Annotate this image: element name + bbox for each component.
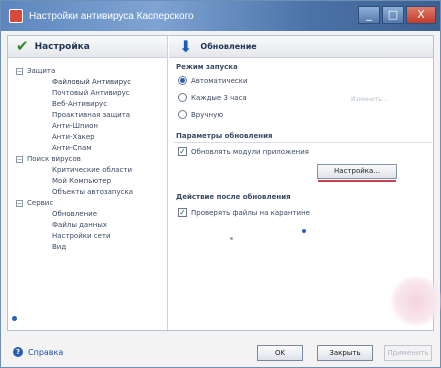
update-settings-button[interactable]: Настройка...	[317, 164, 397, 182]
radio-button[interactable]	[178, 93, 187, 102]
radio-button[interactable]	[178, 76, 187, 85]
tree-item-critical-areas[interactable]: Критические области	[8, 165, 167, 176]
divider	[174, 142, 432, 143]
radio-manual[interactable]: Вручную	[178, 110, 223, 119]
tree-item-data-files[interactable]: Файлы данных	[8, 220, 167, 231]
checkbox-label: Проверять файлы на карантине	[191, 208, 310, 217]
update-modules-checkbox-row[interactable]: ✓ Обновлять модули приложения	[178, 147, 309, 156]
checkbox-label: Обновлять модули приложения	[191, 147, 309, 156]
radio-every-3-hours[interactable]: Каждые 3 часа	[178, 93, 247, 102]
minimize-button[interactable]: _	[358, 6, 380, 24]
checkbox[interactable]: ✓	[178, 147, 187, 156]
radio-label: Вручную	[191, 110, 224, 119]
maximize-button[interactable]: □	[382, 6, 404, 24]
left-panel-header: ✔ Настройка	[8, 36, 168, 58]
tree-item-startup-objects[interactable]: Объекты автозапуска	[8, 187, 167, 198]
ok-button[interactable]: OK	[257, 345, 303, 361]
scroll-indicator	[12, 316, 17, 321]
window-title: Настройки антивируса Касперского	[29, 10, 194, 22]
radio-button[interactable]	[178, 110, 187, 119]
window-controls: _ □ X	[358, 6, 436, 24]
settings-window: Настройки антивируса Касперского _ □ X ✔…	[0, 0, 441, 368]
change-schedule-link[interactable]: Изменить...	[351, 96, 387, 103]
tree-item-anti-spam[interactable]: Анти-Спам	[8, 143, 167, 154]
tree-item-proactive-defense[interactable]: Проактивная защита	[8, 110, 167, 121]
left-panel-title: Настройка	[34, 41, 90, 52]
collapse-icon[interactable]: −	[16, 67, 23, 75]
down-arrow-icon: ⬇	[179, 36, 193, 56]
apply-button[interactable]: Применить	[384, 345, 432, 361]
tree-item-file-antivirus[interactable]: Файловый Антивирус	[8, 77, 167, 88]
tree-group-virus-scan[interactable]: − Поиск вирусов	[8, 154, 167, 165]
run-mode-label: Режим запуска	[176, 63, 238, 71]
check-quarantine-checkbox-row[interactable]: ✓ Проверять файлы на карантине	[178, 208, 310, 217]
tree-item-view[interactable]: Вид	[8, 242, 167, 253]
right-panel-header: ⬇ Обновление	[169, 36, 433, 58]
tree-group-protection[interactable]: − Защита	[8, 66, 167, 77]
decor-dot	[230, 237, 233, 240]
settings-body: ✔ Настройка − Защита Файловый Антивирус П…	[7, 35, 441, 332]
close-button[interactable]: Закрыть	[317, 345, 373, 361]
tree-item-anti-hacker[interactable]: Анти-Хакер	[8, 132, 167, 143]
decor-dot	[302, 229, 306, 233]
settings-tree: − Защита Файловый Антивирус Почтовый Анти…	[8, 58, 168, 332]
radio-automatic[interactable]: Автоматически	[178, 76, 248, 85]
decor-blob	[390, 276, 441, 326]
radio-label: Автоматически	[191, 76, 248, 85]
checkbox[interactable]: ✓	[178, 208, 187, 217]
help-icon: ?	[13, 347, 23, 357]
tree-label: Защита	[27, 67, 56, 75]
tree-item-web-antivirus[interactable]: Веб-Антивирус	[8, 99, 167, 110]
tree-label: Сервис	[27, 199, 54, 207]
footer: ? Справка OK Закрыть Применить	[1, 333, 440, 367]
tree-item-anti-spy[interactable]: Анти-Шпион	[8, 121, 167, 132]
update-params-label: Параметры обновления	[176, 132, 273, 140]
tree-item-update[interactable]: Обновление	[8, 209, 167, 220]
app-icon	[9, 9, 23, 23]
tree-group-service[interactable]: − Сервис	[8, 198, 167, 209]
tree-item-network-settings[interactable]: Настройки сети	[8, 231, 167, 242]
collapse-icon[interactable]: −	[16, 155, 23, 163]
help-label: Справка	[28, 347, 64, 357]
radio-selected-dot	[180, 78, 185, 83]
radio-label: Каждые 3 часа	[191, 93, 247, 102]
close-window-button[interactable]: X	[406, 6, 436, 24]
title-bar[interactable]: Настройки антивируса Касперского _ □ X	[1, 1, 440, 31]
collapse-icon[interactable]: −	[16, 199, 23, 207]
checkmark-icon: ✔	[16, 37, 29, 55]
tree-item-mail-antivirus[interactable]: Почтовый Антивирус	[8, 88, 167, 99]
help-link[interactable]: ? Справка	[13, 347, 63, 357]
right-panel-title: Обновление	[200, 42, 257, 51]
tree-label: Поиск вирусов	[27, 155, 81, 163]
after-update-label: Действие после обновления	[176, 193, 291, 201]
tree-item-my-computer[interactable]: Мой Компьютер	[8, 176, 167, 187]
